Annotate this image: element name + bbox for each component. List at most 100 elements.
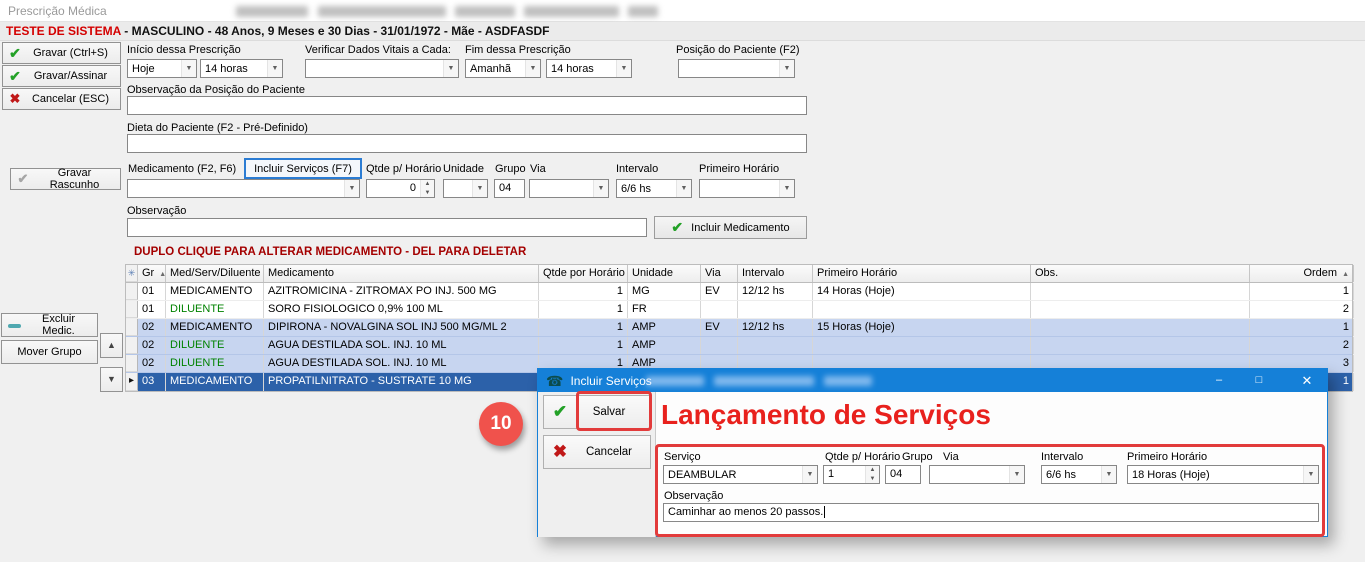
primeiro-horario-combo[interactable]: ▼ — [699, 179, 795, 198]
dialog-via-label: Via — [943, 451, 959, 463]
chevron-down-icon: ▼ — [443, 60, 458, 77]
redacted-text — [524, 6, 619, 17]
chevron-down-icon: ▼ — [267, 60, 282, 77]
intervalo-label: Intervalo — [616, 163, 658, 175]
salvar-button[interactable]: ✔ Salvar — [543, 395, 651, 429]
incluir-servicos-dialog: ☎ Incluir Serviços – □ ✕ ✔ Salvar ✖ Canc… — [537, 368, 1328, 537]
chevron-down-icon: ▼ — [616, 60, 631, 77]
dialog-grupo-label: Grupo — [902, 451, 933, 463]
servico-combo[interactable]: DEAMBULAR▼ — [663, 465, 818, 484]
grupo-input[interactable]: 04 — [494, 179, 525, 198]
dialog-intervalo-combo[interactable]: 6/6 hs▼ — [1041, 465, 1117, 484]
close-button[interactable]: ✕ — [1290, 369, 1324, 392]
obs-posicao-input[interactable] — [127, 96, 807, 115]
chevron-down-icon: ▼ — [676, 180, 691, 197]
col-header-unidade[interactable]: Unidade — [628, 265, 701, 282]
intervalo-combo[interactable]: 6/6 hs▼ — [616, 179, 692, 198]
cancelar-button-label: Cancelar — [576, 446, 650, 458]
check-icon: ✔ — [3, 68, 27, 85]
fim-day-combo[interactable]: Amanhã▼ — [465, 59, 541, 78]
chevron-down-icon: ▼ — [593, 180, 608, 197]
annotation-step-badge: 10 — [479, 402, 523, 446]
vitais-combo[interactable]: ▼ — [305, 59, 459, 78]
col-header-medicamento[interactable]: Medicamento — [264, 265, 539, 282]
primeiro-horario-label: Primeiro Horário — [699, 163, 779, 175]
stepper-arrows-icon[interactable]: ▲▼ — [865, 466, 879, 483]
redacted-text — [236, 6, 308, 17]
dialog-via-combo[interactable]: ▼ — [929, 465, 1025, 484]
cancel-button[interactable]: ✖ Cancelar (ESC) — [2, 88, 121, 110]
observacao-input[interactable] — [127, 218, 647, 237]
medicamento-combo[interactable]: ▼ — [127, 179, 360, 198]
move-group-label: Mover Grupo — [2, 346, 97, 358]
table-header-row: ✳ Gr▲ Med/Serv/Diluente Medicamento Qtde… — [126, 265, 1352, 283]
table-row[interactable]: 02 DILUENTE AGUA DESTILADA SOL. INJ. 10 … — [126, 337, 1352, 355]
fim-time-combo[interactable]: 14 horas▼ — [546, 59, 632, 78]
dialog-observacao-input[interactable]: Caminhar ao menos 20 passos. — [663, 503, 1319, 522]
col-header-qtde[interactable]: Qtde por Horário — [539, 265, 628, 282]
delete-medication-button[interactable]: Excluir Medic. — [1, 313, 98, 337]
incluir-servicos-button[interactable]: Incluir Serviços (F7) — [244, 158, 362, 179]
via-combo[interactable]: ▼ — [529, 179, 609, 198]
col-header-ordem[interactable]: Ordem▲ — [1250, 265, 1354, 282]
move-up-button[interactable]: ▲ — [100, 333, 123, 358]
inicio-day-combo[interactable]: Hoje▼ — [127, 59, 197, 78]
col-header-obs[interactable]: Obs. — [1031, 265, 1250, 282]
dialog-qtde-stepper[interactable]: 1 ▲▼ — [823, 465, 880, 484]
incluir-medicamento-button[interactable]: ✔ Incluir Medicamento — [654, 216, 807, 239]
col-header-intervalo[interactable]: Intervalo — [738, 265, 813, 282]
table-row[interactable]: 02 MEDICAMENTO DIPIRONA - NOVALGINA SOL … — [126, 319, 1352, 337]
check-icon: ✔ — [11, 171, 35, 187]
check-icon: ✔ — [3, 45, 27, 62]
unidade-combo[interactable]: ▼ — [443, 179, 488, 198]
sort-asc-icon: ▲ — [1342, 271, 1349, 278]
save-sign-button[interactable]: ✔ Gravar/Assinar — [2, 65, 121, 87]
arrow-up-icon: ▲ — [107, 340, 116, 350]
save-button[interactable]: ✔ Gravar (Ctrl+S) — [2, 42, 121, 64]
save-button-label: Gravar (Ctrl+S) — [27, 47, 120, 59]
sort-asc-icon: ▲ — [159, 271, 166, 278]
save-draft-button[interactable]: ✔ Gravar Rascunho — [10, 168, 121, 190]
col-header-via[interactable]: Via — [701, 265, 738, 282]
redacted-text — [824, 376, 872, 386]
maximize-button[interactable]: □ — [1244, 369, 1274, 392]
stepper-arrows-icon[interactable]: ▲▼ — [420, 180, 434, 197]
grid-warning-text: DUPLO CLIQUE PARA ALTERAR MEDICAMENTO - … — [134, 246, 526, 258]
minimize-button[interactable]: – — [1204, 369, 1234, 392]
fim-prescricao-label: Fim dessa Prescrição — [465, 44, 571, 56]
chevron-down-icon: ▼ — [344, 180, 359, 197]
redacted-text — [455, 6, 515, 17]
dieta-input[interactable] — [127, 134, 807, 153]
dialog-primeiro-combo[interactable]: 18 Horas (Hoje)▼ — [1127, 465, 1319, 484]
medicamento-label: Medicamento (F2, F6) — [128, 163, 236, 175]
redacted-text — [714, 376, 814, 386]
observacao-label: Observação — [127, 205, 186, 217]
chevron-down-icon: ▼ — [779, 60, 794, 77]
col-header-gr[interactable]: Gr▲ — [138, 265, 166, 282]
servico-label: Serviço — [664, 451, 701, 463]
selected-row-indicator-icon: ▸ — [126, 373, 138, 391]
table-row[interactable]: 01 DILUENTE SORO FISIOLOGICO 0,9% 100 ML… — [126, 301, 1352, 319]
dialog-grupo-input[interactable]: 04 — [885, 465, 921, 484]
dialog-observacao-label: Observação — [664, 490, 723, 502]
unidade-label: Unidade — [443, 163, 484, 175]
via-label: Via — [530, 163, 546, 175]
asterisk-icon: ✳ — [126, 265, 138, 282]
qtde-horario-stepper[interactable]: 0 ▲▼ — [366, 179, 435, 198]
dialog-title: Incluir Serviços — [570, 374, 651, 388]
posicao-paciente-combo[interactable]: ▼ — [678, 59, 795, 78]
table-row[interactable]: 01 MEDICAMENTO AZITROMICINA - ZITROMAX P… — [126, 283, 1352, 301]
col-header-primeiro[interactable]: Primeiro Horário — [813, 265, 1031, 282]
qtde-horario-label: Qtde p/ Horário — [366, 163, 441, 175]
col-header-med-serv[interactable]: Med/Serv/Diluente — [166, 265, 264, 282]
grupo-label: Grupo — [495, 163, 526, 175]
inicio-time-combo[interactable]: 14 horas▼ — [200, 59, 283, 78]
dash-icon — [2, 319, 26, 331]
save-sign-button-label: Gravar/Assinar — [27, 70, 120, 82]
move-group-button[interactable]: Mover Grupo — [1, 340, 98, 364]
check-icon: ✔ — [544, 402, 576, 422]
cancelar-button[interactable]: ✖ Cancelar — [543, 435, 651, 469]
move-down-button[interactable]: ▼ — [100, 367, 123, 392]
chevron-down-icon: ▼ — [802, 466, 817, 483]
delete-medication-label: Excluir Medic. — [26, 313, 97, 337]
